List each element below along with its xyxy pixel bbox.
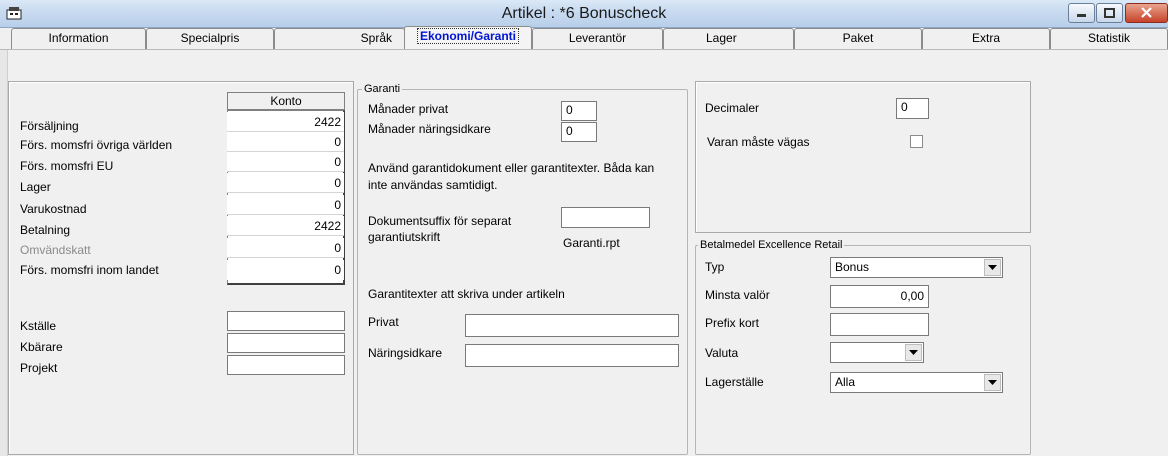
account-label: Förs. momsfri EU	[20, 159, 114, 173]
store-select[interactable]: Alla	[830, 372, 1003, 393]
currency-select[interactable]	[830, 342, 924, 363]
tab-leverantor[interactable]: Leverantör	[532, 28, 663, 49]
close-icon	[1141, 7, 1152, 18]
tab-ekonomi-garanti[interactable]: Ekonomi/Garanti	[404, 26, 532, 50]
garanti-private-label: Privat	[368, 315, 399, 329]
account-label: Försäljning	[20, 119, 79, 133]
left-border	[0, 50, 8, 456]
garanti-info-line1: Använd garantidokument eller garantitext…	[368, 161, 655, 175]
months-business-label: Månader näringsidkare	[368, 122, 491, 136]
account-label: Varukostnad	[20, 202, 87, 216]
account-label: Förs. momsfri övriga världen	[20, 138, 173, 152]
tab-strip: Information Specialpris Språk Ekonomi/Ga…	[0, 26, 1168, 50]
garanti-info-line2: inte användas samtidigt.	[368, 178, 498, 192]
tab-specialpris[interactable]: Specialpris	[146, 28, 274, 49]
currency-label: Valuta	[705, 346, 739, 360]
suffix-label-line1: Dokumentsuffix för separat	[368, 214, 512, 228]
minimize-icon	[1077, 14, 1086, 17]
account-label: Betalning	[20, 223, 71, 237]
weigh-label: Varan måste vägas	[707, 135, 810, 149]
store-value: Alla	[835, 375, 856, 389]
account-value[interactable]: 2422	[227, 216, 344, 236]
type-label: Typ	[705, 260, 725, 274]
kstalle-field[interactable]	[227, 311, 345, 331]
type-value: Bonus	[835, 260, 870, 274]
min-value-field[interactable]: 0,00	[830, 285, 929, 308]
tab-extra[interactable]: Extra	[922, 28, 1050, 49]
decimals-label: Decimaler	[705, 101, 760, 115]
chevron-down-icon[interactable]	[984, 259, 1001, 276]
window-title: Artikel : *6 Bonuscheck	[501, 5, 667, 22]
tab-paket[interactable]: Paket	[794, 28, 922, 49]
maximize-button[interactable]	[1096, 3, 1123, 23]
garanti-private-field[interactable]	[465, 314, 679, 337]
account-value[interactable]: 2422	[227, 112, 344, 132]
konto-column-header: Konto	[227, 92, 345, 110]
projekt-field[interactable]	[227, 355, 345, 375]
weigh-checkbox[interactable]	[910, 135, 923, 148]
chevron-down-icon[interactable]	[984, 374, 1001, 391]
garanti-texts-heading: Garantitexter att skriva under artikeln	[368, 287, 565, 301]
garanti-group: Garanti	[357, 82, 688, 455]
garanti-business-label: Näringsidkare	[368, 346, 443, 360]
kbarare-label: Kbärare	[20, 340, 63, 354]
tab-statistik[interactable]: Statistik	[1050, 28, 1168, 49]
kbarare-field[interactable]	[227, 333, 345, 353]
account-label: Lager	[20, 180, 51, 194]
months-private-label: Månader privat	[368, 102, 449, 116]
min-value-label: Minsta valör	[705, 288, 770, 302]
suffix-label-line2: garantiutskrift	[368, 230, 441, 244]
chevron-down-icon[interactable]	[905, 344, 922, 361]
garanti-business-field[interactable]	[465, 344, 679, 367]
decimals-field[interactable]: 0	[896, 98, 929, 119]
account-value[interactable]: 0	[227, 238, 344, 258]
report-name: Garanti.rpt	[563, 236, 620, 250]
account-value[interactable]: 0	[227, 260, 344, 280]
suffix-field[interactable]	[561, 207, 650, 228]
minimize-button[interactable]	[1068, 3, 1095, 23]
account-value[interactable]: 0	[227, 152, 344, 172]
account-label: Förs. momsfri inom landet	[20, 263, 159, 277]
type-select[interactable]: Bonus	[830, 257, 1003, 278]
tab-sprak[interactable]: Språk	[274, 28, 405, 49]
kstalle-label: Kställe	[20, 319, 57, 333]
garanti-legend: Garanti	[362, 82, 403, 96]
prefix-label: Prefix kort	[705, 316, 760, 330]
close-button[interactable]	[1125, 3, 1168, 23]
account-value[interactable]: 0	[227, 132, 344, 152]
account-label: Omvändskatt	[20, 243, 91, 257]
account-value[interactable]: 0	[227, 173, 344, 193]
months-business-field[interactable]: 0	[561, 122, 597, 142]
tab-lager[interactable]: Lager	[663, 28, 794, 49]
prefix-field[interactable]	[830, 313, 929, 336]
payment-legend: Betalmedel Excellence Retail	[698, 238, 845, 252]
title-bar: Artikel : *6 Bonuscheck	[0, 0, 1168, 28]
months-private-field[interactable]: 0	[561, 101, 597, 121]
tab-content: Konto Försäljning 2422 Förs. momsfri övr…	[0, 49, 1168, 456]
account-value[interactable]: 0	[227, 195, 344, 215]
store-label: Lagerställe	[705, 375, 764, 389]
tab-information[interactable]: Information	[11, 28, 146, 49]
projekt-label: Projekt	[20, 361, 58, 375]
maximize-icon	[1104, 8, 1115, 18]
